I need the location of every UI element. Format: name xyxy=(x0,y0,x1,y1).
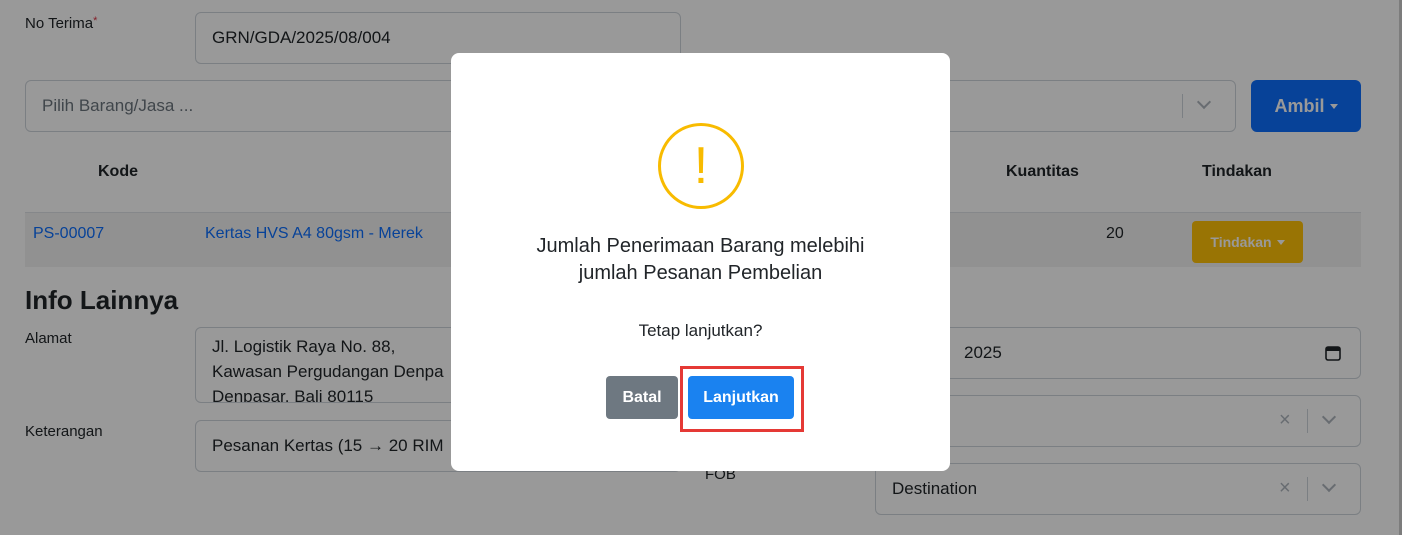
warning-icon: ! xyxy=(658,123,744,209)
highlight-box xyxy=(680,366,804,432)
cancel-button[interactable]: Batal xyxy=(606,376,678,419)
dialog-text: Tetap lanjutkan? xyxy=(638,321,763,340)
dialog-title: Jumlah Penerimaan Barang melebihi jumlah… xyxy=(536,235,865,284)
confirm-dialog: ! Jumlah Penerimaan Barang melebihi juml… xyxy=(451,53,950,471)
